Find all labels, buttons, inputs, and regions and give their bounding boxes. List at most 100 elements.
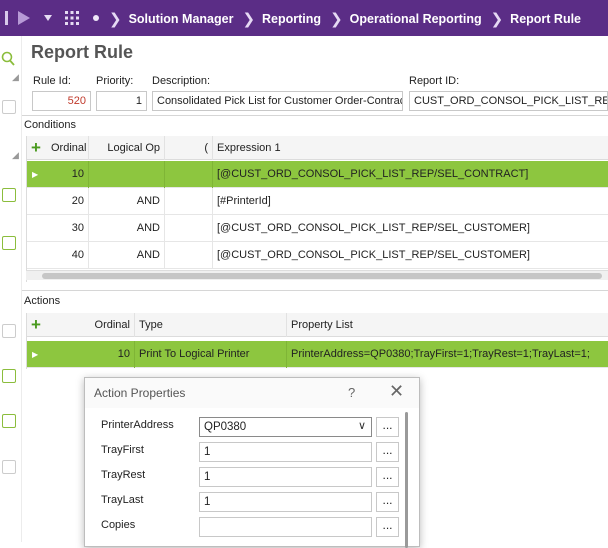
tray-rest-field[interactable]: 1 <box>199 467 372 487</box>
tray-first-field[interactable]: 1 <box>199 442 372 462</box>
copies-label: Copies <box>101 519 136 531</box>
table-row[interactable]: 20 AND [#PrinterId] <box>27 188 608 215</box>
ordinal-cell[interactable]: 10 <box>47 341 135 368</box>
copies-field[interactable] <box>199 517 372 537</box>
property-list-cell[interactable]: PrinterAddress=QP0380;TrayFirst=1;TrayRe… <box>287 341 608 368</box>
table-row[interactable]: ▶ 10 Print To Logical Printer PrinterAdd… <box>27 341 608 368</box>
priority-field[interactable]: 1 <box>96 91 147 111</box>
page-icon[interactable] <box>2 324 16 338</box>
ordinal-cell[interactable]: 40 <box>47 242 89 269</box>
tray-last-field[interactable]: 1 <box>199 492 372 512</box>
table-row[interactable]: 40 AND [@CUST_ORD_CONSOL_PICK_LIST_REP/S… <box>27 242 608 269</box>
help-icon[interactable]: ? <box>348 385 355 400</box>
dialog-header: Action Properties ? ✕ <box>85 378 419 408</box>
paren-cell[interactable] <box>165 188 213 215</box>
description-field[interactable]: Consolidated Pick List for Customer Orde… <box>152 91 403 111</box>
printer-address-browse-button[interactable]: ... <box>376 417 399 437</box>
priority-label: Priority: <box>96 75 134 87</box>
clipboard-icon[interactable] <box>2 236 16 250</box>
breadcrumb-item-operational-reporting[interactable]: Operational Reporting <box>350 12 482 26</box>
list-icon[interactable] <box>2 369 16 383</box>
printer-address-combo[interactable]: QP0380 ∨ <box>199 417 372 437</box>
table-row[interactable]: 30 AND [@CUST_ORD_CONSOL_PICK_LIST_REP/S… <box>27 215 608 242</box>
add-action-icon[interactable]: + <box>31 315 41 335</box>
rule-id-label: Rule Id: <box>33 75 71 87</box>
rule-id-field[interactable]: 520 <box>32 91 91 111</box>
breadcrumb-item-reporting[interactable]: Reporting <box>262 12 321 26</box>
actions-table-header: + Ordinal Type Property List <box>27 313 608 337</box>
column-header-ordinal[interactable]: Ordinal <box>47 136 89 160</box>
play-icon[interactable] <box>14 8 34 28</box>
tray-first-label: TrayFirst <box>101 444 144 456</box>
conditions-table-header: + Ordinal Logical Op ( Expression 1 <box>27 136 608 160</box>
paren-cell[interactable] <box>165 215 213 242</box>
actions-section-label: Actions <box>24 295 61 307</box>
section-divider <box>22 115 608 116</box>
left-toolbar-rail: ◢ ◢ <box>0 36 22 542</box>
row-marker-icon: ▶ <box>32 170 39 179</box>
column-header-logical-op[interactable]: Logical Op <box>89 136 165 160</box>
paren-cell[interactable] <box>165 242 213 269</box>
notes-icon[interactable] <box>2 460 16 474</box>
logical-op-cell[interactable]: AND <box>89 215 165 242</box>
tray-last-label: TrayLast <box>101 494 144 506</box>
column-header-ordinal[interactable]: Ordinal <box>47 313 135 337</box>
close-icon[interactable]: ✕ <box>389 381 404 402</box>
dialog-vertical-scrollbar[interactable] <box>405 412 408 548</box>
breadcrumb-item-solution-manager[interactable]: Solution Manager <box>129 12 234 26</box>
expand-arrow-icon[interactable]: ◢ <box>12 72 19 83</box>
description-label: Description: <box>152 75 211 87</box>
conditions-horizontal-scrollbar[interactable] <box>26 270 608 280</box>
tray-first-browse-button[interactable]: ... <box>376 442 399 462</box>
table-row[interactable]: ▶ 10 [@CUST_ORD_CONSOL_PICK_LIST_REP/SEL… <box>27 161 608 188</box>
expression-cell[interactable]: [@CUST_ORD_CONSOL_PICK_LIST_REP/SEL_CONT… <box>213 161 608 188</box>
expression-cell[interactable]: [@CUST_ORD_CONSOL_PICK_LIST_REP/SEL_CUST… <box>213 242 608 269</box>
search-icon[interactable] <box>1 51 15 70</box>
expression-cell[interactable]: [@CUST_ORD_CONSOL_PICK_LIST_REP/SEL_CUST… <box>213 215 608 242</box>
chevron-down-icon[interactable]: ∨ <box>358 419 366 433</box>
logical-op-cell[interactable]: AND <box>89 188 165 215</box>
page-title: Report Rule <box>31 42 134 62</box>
copy-icon[interactable] <box>2 100 16 114</box>
dialog-title: Action Properties <box>94 386 186 400</box>
logical-op-cell[interactable] <box>89 161 165 188</box>
chevron-right-icon: ❯ <box>242 11 256 28</box>
scrollbar-thumb[interactable] <box>42 273 602 279</box>
logical-op-cell[interactable]: AND <box>89 242 165 269</box>
caret-down-icon[interactable] <box>38 8 58 28</box>
action-properties-dialog: Action Properties ? ✕ PrinterAddress QP0… <box>84 377 420 548</box>
column-header-open-paren[interactable]: ( <box>165 136 213 160</box>
tray-rest-label: TrayRest <box>101 469 146 481</box>
row-marker-icon: ▶ <box>32 350 39 359</box>
tray-rest-browse-button[interactable]: ... <box>376 467 399 487</box>
section-divider <box>22 290 608 291</box>
printer-address-label: PrinterAddress <box>101 419 174 431</box>
top-navigation-bar: ❯ Solution Manager ❯ Reporting ❯ Operati… <box>0 0 608 36</box>
column-header-expression-1[interactable]: Expression 1 <box>213 136 608 160</box>
chevron-right-icon: ❯ <box>330 11 343 28</box>
ordinal-cell[interactable]: 10 <box>47 161 89 188</box>
ordinal-cell[interactable]: 30 <box>47 215 89 242</box>
printer-address-value: QP0380 <box>204 421 247 433</box>
breadcrumb-item-report-rule: Report Rule <box>510 12 582 26</box>
expand-arrow-icon[interactable]: ◢ <box>12 150 19 161</box>
actions-table: + Ordinal Type Property List ▶ 10 Print … <box>26 313 608 369</box>
copies-browse-button[interactable]: ... <box>376 517 399 537</box>
ordinal-cell[interactable]: 20 <box>47 188 89 215</box>
chevron-right-icon: ❯ <box>109 11 122 28</box>
column-header-property-list[interactable]: Property List <box>287 313 608 337</box>
tray-last-browse-button[interactable]: ... <box>376 492 399 512</box>
report-icon[interactable] <box>2 414 16 428</box>
apps-grid-icon[interactable] <box>62 8 82 28</box>
conditions-table: + Ordinal Logical Op ( Expression 1 ▶ 10… <box>26 136 608 282</box>
report-id-field[interactable]: CUST_ORD_CONSOL_PICK_LIST_REP <box>409 91 608 111</box>
report-id-label: Report ID: <box>409 75 460 87</box>
expression-cell[interactable]: [#PrinterId] <box>213 188 608 215</box>
conditions-section-label: Conditions <box>24 119 76 131</box>
breadcrumb: ❯ Solution Manager ❯ Reporting ❯ Operati… <box>100 10 581 28</box>
chevron-right-icon: ❯ <box>490 11 504 28</box>
document-icon[interactable] <box>2 188 16 202</box>
type-cell[interactable]: Print To Logical Printer <box>135 341 287 368</box>
paren-cell[interactable] <box>165 161 213 188</box>
column-header-type[interactable]: Type <box>135 313 287 337</box>
